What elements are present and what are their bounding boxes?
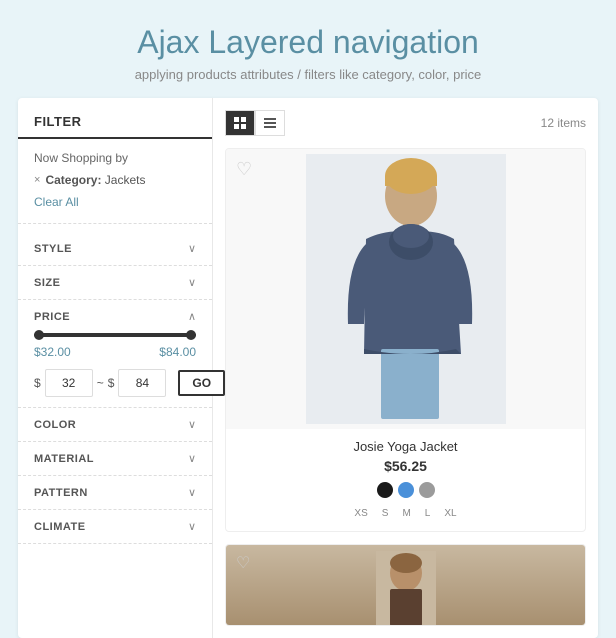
price-inputs: $ ~ $ GO [34,369,196,397]
filter-section-color: COLOR ∨ [18,408,212,442]
product-card: ♡ [225,148,586,532]
color-chevron-icon: ∨ [188,418,196,431]
price-slider-track[interactable] [34,333,196,337]
size-xs[interactable]: XS [349,506,372,521]
filter-section-size: SIZE ∨ [18,266,212,300]
product-info: Josie Yoga Jacket $56.25 XS S M L XL [226,429,585,531]
list-view-button[interactable] [255,110,285,136]
price-currency-symbol: $ [34,376,41,390]
price-max-display: $84.00 [159,345,196,359]
page-header: Ajax Layered navigation applying product… [115,0,502,98]
partial-product-image [376,551,436,626]
wishlist-icon-2[interactable]: ♡ [236,553,250,573]
price-currency-symbol-2: $ [108,376,115,390]
filter-section-price: PRICE ∧ $32.00 $84.00 $ ~ $ GO [18,300,212,408]
filter-section-pattern: PATTERN ∨ [18,476,212,510]
climate-section-header[interactable]: CLIMATE ∨ [34,520,196,533]
product-card-partial: ♡ [225,544,586,626]
size-s[interactable]: S [377,506,394,521]
color-label: COLOR [34,419,76,431]
product-image-wrap: ♡ [226,149,585,429]
size-label: SIZE [34,277,60,289]
clear-all-link[interactable]: Clear All [34,195,79,209]
color-swatch-gray[interactable] [419,482,435,498]
price-min-input[interactable] [45,369,93,397]
size-section-header[interactable]: SIZE ∨ [34,276,196,289]
style-section-header[interactable]: STYLE ∨ [34,242,196,255]
style-chevron-icon: ∨ [188,242,196,255]
size-chevron-icon: ∨ [188,276,196,289]
product-image [306,154,506,424]
material-chevron-icon: ∨ [188,452,196,465]
grid-icon [233,116,247,130]
price-slider-handle-right[interactable] [186,330,196,340]
price-min-display: $32.00 [34,345,71,359]
wishlist-icon[interactable]: ♡ [236,159,252,180]
filter-tag-label: Category: Jackets [45,173,145,187]
page-subtitle: applying products attributes / filters l… [135,67,482,82]
price-slider-handle-left[interactable] [34,330,44,340]
size-m[interactable]: M [397,506,415,521]
now-shopping-title: Now Shopping by [34,151,196,165]
filter-section-climate: CLIMATE ∨ [18,510,212,544]
price-max-input[interactable] [118,369,166,397]
list-icon [263,116,277,130]
pattern-label: PATTERN [34,487,88,499]
pattern-chevron-icon: ∨ [188,486,196,499]
climate-label: CLIMATE [34,521,86,533]
price-range-display: $32.00 $84.00 [34,345,196,359]
color-swatch-blue[interactable] [398,482,414,498]
sidebar: FILTER Now Shopping by × Category: Jacke… [18,98,213,638]
price-label: PRICE [34,311,70,323]
filter-section-style: STYLE ∨ [18,232,212,266]
product-content: 12 items ♡ [213,98,598,638]
view-toggle [225,110,285,136]
product-image-partial: ♡ [226,545,585,625]
now-shopping-section: Now Shopping by × Category: Jackets Clea… [18,151,212,224]
filter-title: FILTER [18,114,212,139]
content-header: 12 items [225,110,586,136]
climate-chevron-icon: ∨ [188,520,196,533]
price-tilde: ~ [97,376,104,390]
size-xl[interactable]: XL [439,506,461,521]
filter-section-material: MATERIAL ∨ [18,442,212,476]
main-layout: FILTER Now Shopping by × Category: Jacke… [18,98,598,638]
material-label: MATERIAL [34,453,94,465]
price-section-header[interactable]: PRICE ∧ [34,310,196,323]
page-title: Ajax Layered navigation [135,24,482,61]
remove-filter-button[interactable]: × [34,174,40,186]
size-l[interactable]: L [420,506,436,521]
material-section-header[interactable]: MATERIAL ∨ [34,452,196,465]
product-price: $56.25 [238,458,573,474]
size-options: XS S M L XL [238,506,573,521]
active-filter-tag: × Category: Jackets [34,173,196,187]
product-name: Josie Yoga Jacket [238,439,573,454]
price-chevron-icon: ∧ [188,310,196,323]
color-section-header[interactable]: COLOR ∨ [34,418,196,431]
color-swatches [238,482,573,498]
style-label: STYLE [34,243,72,255]
items-count: 12 items [541,116,586,130]
color-swatch-black[interactable] [377,482,393,498]
price-slider-fill [34,333,196,337]
pattern-section-header[interactable]: PATTERN ∨ [34,486,196,499]
grid-view-button[interactable] [225,110,255,136]
